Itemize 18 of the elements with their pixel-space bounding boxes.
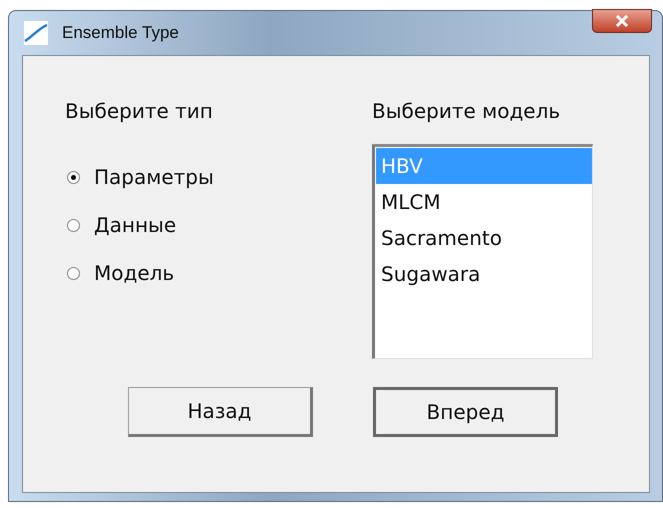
radio-label[interactable]: Параметры [94, 164, 214, 190]
model-list[interactable]: HBV MLCM Sacramento Sugawara [372, 144, 593, 359]
radio-button[interactable] [67, 218, 80, 232]
radio-button[interactable] [67, 266, 80, 280]
close-icon [615, 15, 629, 27]
window-title: Ensemble Type [62, 23, 179, 43]
back-button[interactable]: Назад [128, 387, 313, 437]
close-button[interactable] [592, 9, 652, 33]
radio-label[interactable]: Данные [94, 212, 176, 238]
app-icon [24, 21, 48, 45]
radio-button[interactable] [67, 170, 80, 184]
model-label: Выберите модель [372, 98, 562, 124]
list-item[interactable]: Sacramento [376, 220, 592, 256]
next-button[interactable]: Вперед [373, 387, 558, 437]
type-label: Выберите тип [65, 98, 214, 124]
list-item[interactable]: MLCM [376, 184, 592, 220]
radio-label[interactable]: Модель [94, 260, 174, 286]
list-item[interactable]: Sugawara [376, 256, 592, 292]
